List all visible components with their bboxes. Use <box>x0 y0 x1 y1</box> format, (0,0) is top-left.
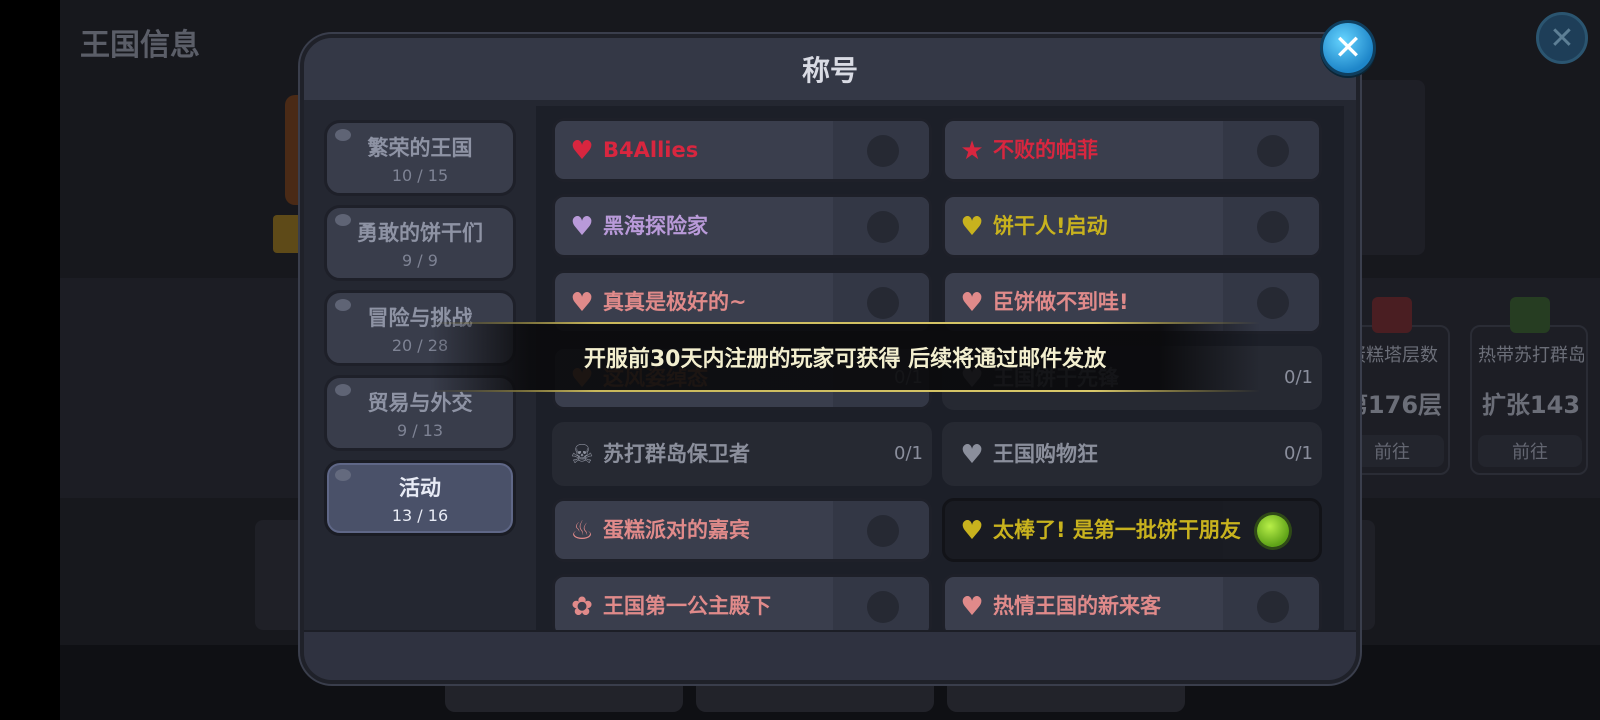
highlight-dot-icon <box>335 384 351 396</box>
category-name: 活动 <box>399 475 441 500</box>
flower-icon: ✿ <box>571 592 593 622</box>
title-progress: 0/1 <box>894 443 923 464</box>
title-item[interactable]: ♥ B4Allies <box>552 118 932 182</box>
title-label: 太棒了! 是第一批饼干朋友 <box>993 518 1241 542</box>
cake-icon: ♨ <box>570 516 594 546</box>
title-item[interactable]: ♨ 蛋糕派对的嘉宾 <box>552 498 932 562</box>
title-item[interactable]: ♥ 王国购物狂 0/1 <box>942 422 1322 486</box>
equip-toggle[interactable] <box>867 515 899 547</box>
heart-icon: ♥ <box>570 288 594 318</box>
category-count: 13 / 16 <box>391 505 449 525</box>
heart-icon: ♥ <box>960 592 984 622</box>
highlight-dot-icon <box>335 299 351 311</box>
game-screen: 王国信息 ✕ 蛋糕塔层数 第176层 前往 热带苏打群岛 扩张143 前往 称号… <box>0 0 1600 720</box>
heart-icon: ♥ <box>960 212 984 242</box>
skull-icon: ☠ <box>570 440 594 470</box>
category-name: 勇敢的饼干们 <box>357 220 483 245</box>
equip-toggle[interactable] <box>867 591 899 623</box>
title-item[interactable]: ♥ 饼干人!启动 <box>942 194 1322 258</box>
tropical-island-icon <box>1510 297 1550 333</box>
category-count: 9 / 9 <box>402 250 438 270</box>
equip-toggle[interactable] <box>1257 211 1289 243</box>
title-label: 不败的帕菲 <box>993 138 1098 162</box>
highlight-dot-icon <box>335 214 351 226</box>
equip-toggle[interactable] <box>867 135 899 167</box>
title-label: 王国购物狂 <box>993 442 1098 466</box>
close-button[interactable]: ✕ <box>1320 20 1376 76</box>
category-tab[interactable]: 勇敢的饼干们 9 / 9 <box>324 205 516 281</box>
category-tab[interactable]: 活动 13 / 16 <box>324 460 516 536</box>
card-value: 扩张143 <box>1481 391 1581 419</box>
title-item[interactable]: ☠ 苏打群岛保卫者 0/1 <box>552 422 932 486</box>
title-label: 饼干人!启动 <box>993 214 1108 238</box>
title-item[interactable]: ♥ 热情王国的新来客 <box>942 574 1322 636</box>
modal-header: 称号 <box>304 38 1356 100</box>
equip-toggle[interactable] <box>1257 287 1289 319</box>
equip-toggle[interactable] <box>867 287 899 319</box>
toast-text: 开服前30天内注册的玩家可获得 后续将通过邮件发放 <box>583 347 1107 372</box>
title-item[interactable]: ♥ 太棒了! 是第一批饼干朋友 <box>942 498 1322 562</box>
modal-title: 称号 <box>801 54 858 87</box>
close-icon: ✕ <box>1333 28 1363 68</box>
cake-tower-icon <box>1372 297 1412 333</box>
category-count: 10 / 15 <box>391 165 449 185</box>
title-progress: 0/1 <box>1284 367 1313 388</box>
card-label: 热带苏打群岛 <box>1478 345 1584 366</box>
background-title: 王国信息 <box>80 28 200 63</box>
title-label: 蛋糕派对的嘉宾 <box>603 518 750 542</box>
equip-toggle[interactable] <box>1257 515 1289 547</box>
title-label: 王国第一公主殿下 <box>603 594 771 618</box>
equip-toggle[interactable] <box>1257 591 1289 623</box>
background-close-icon: ✕ <box>1536 12 1588 64</box>
title-label: 黑海探险家 <box>603 214 708 238</box>
category-name: 繁荣的王国 <box>367 135 473 160</box>
star-icon: ★ <box>960 136 984 166</box>
title-item[interactable]: ✿ 王国第一公主殿下 <box>552 574 932 636</box>
equip-toggle[interactable] <box>867 211 899 243</box>
highlight-dot-icon <box>335 129 351 141</box>
modal-footer <box>304 630 1356 680</box>
title-label: 热情王国的新来客 <box>993 594 1161 618</box>
heart-icon: ♥ <box>570 136 594 166</box>
heart-icon: ♥ <box>960 516 984 546</box>
category-tab[interactable]: 繁荣的王国 10 / 15 <box>324 120 516 196</box>
heart-icon: ♥ <box>960 288 984 318</box>
tropical-soda-card: 热带苏打群岛 扩张143 前往 <box>1470 297 1588 475</box>
title-label: 苏打群岛保卫者 <box>603 442 750 466</box>
title-item[interactable]: ♥ 黑海探险家 <box>552 194 932 258</box>
heart-icon: ♥ <box>960 440 984 470</box>
title-label: B4Allies <box>603 138 699 162</box>
title-progress: 0/1 <box>1284 443 1313 464</box>
title-item[interactable]: ★ 不败的帕菲 <box>942 118 1322 182</box>
highlight-dot-icon <box>335 469 351 481</box>
go-button: 前往 <box>1478 435 1582 467</box>
toast-message: 开服前30天内注册的玩家可获得 后续将通过邮件发放 <box>430 322 1260 392</box>
heart-icon: ♥ <box>570 212 594 242</box>
category-count: 9 / 13 <box>396 420 444 440</box>
equip-toggle[interactable] <box>1257 135 1289 167</box>
